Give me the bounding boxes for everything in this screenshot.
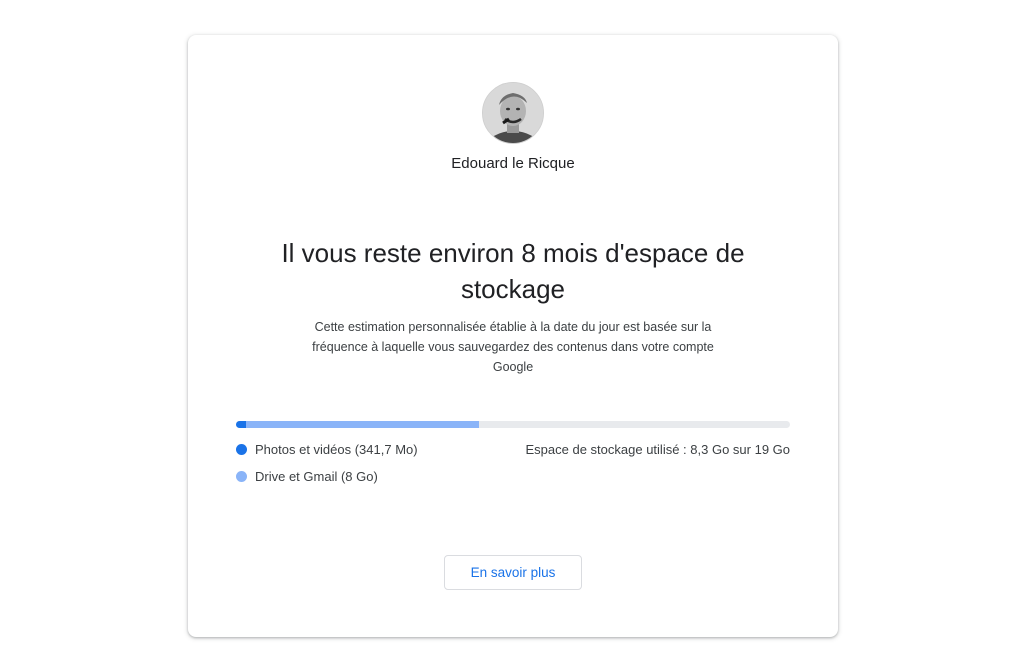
user-name: Edouard le Ricque bbox=[451, 155, 575, 172]
estimate-description: Cette estimation personnalisée établie à… bbox=[312, 320, 714, 374]
legend-label-drive-gmail: Drive et Gmail (8 Go) bbox=[255, 469, 378, 484]
storage-usage-text: Espace de stockage utilisé : 8,3 Go sur … bbox=[525, 442, 790, 457]
learn-more-button[interactable]: En savoir plus bbox=[444, 555, 582, 590]
bar-segment-photos bbox=[236, 421, 246, 428]
storage-estimate-card: Edouard le Ricque Il vous reste environ … bbox=[188, 35, 838, 637]
photos-color-dot bbox=[236, 444, 247, 455]
legend-label-photos: Photos et vidéos (341,7 Mo) bbox=[255, 442, 418, 457]
drive-gmail-color-dot bbox=[236, 471, 247, 482]
avatar-photo-icon bbox=[483, 83, 543, 143]
page-title: Il vous reste environ 8 mois d'espace de… bbox=[281, 238, 745, 304]
storage-progress-bar bbox=[236, 421, 790, 428]
legend-item-drive-gmail: Drive et Gmail (8 Go) bbox=[236, 469, 378, 484]
legend-item-photos: Photos et vidéos (341,7 Mo) bbox=[236, 442, 418, 457]
bar-segment-drive-gmail bbox=[246, 421, 479, 428]
avatar bbox=[482, 82, 544, 144]
